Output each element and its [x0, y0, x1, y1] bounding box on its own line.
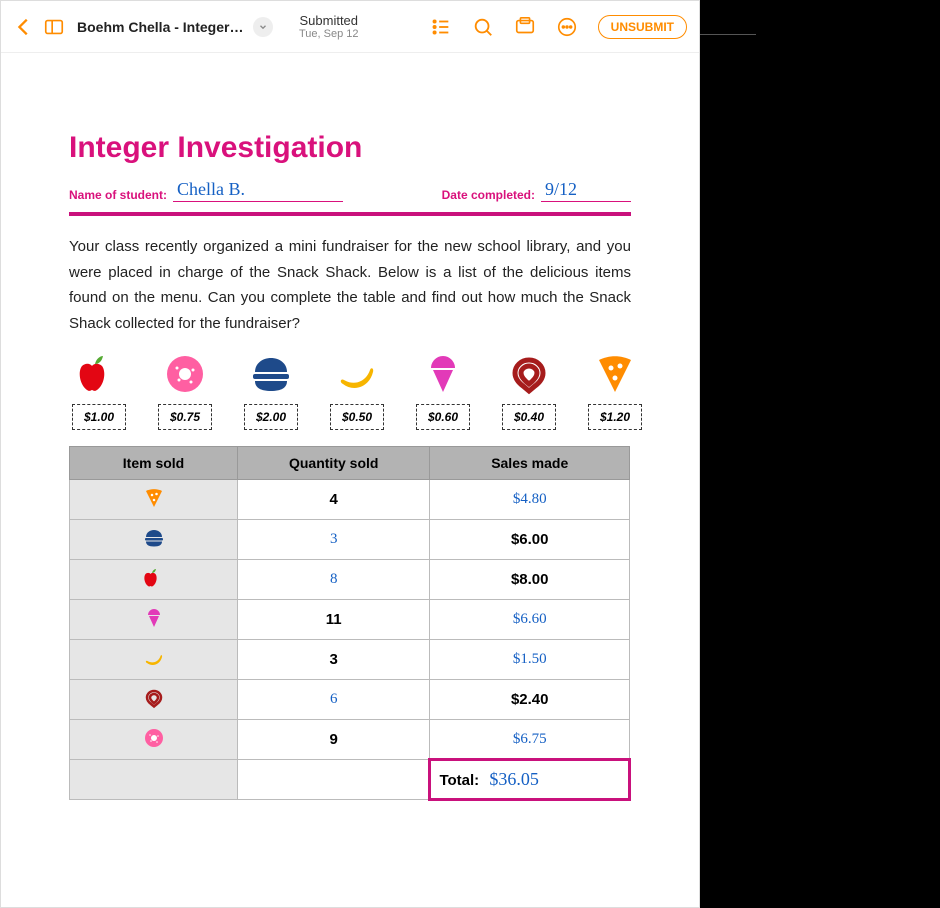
snack-legend: $1.00 $0.75 $2.00 $0.50 $0.60 $0.40 $1.2…: [69, 352, 631, 430]
price-donut: $0.75: [158, 404, 212, 430]
sales-cell: $2.40: [430, 680, 630, 720]
date-field: Date completed: 9/12: [442, 179, 631, 202]
status-title: Submitted: [299, 13, 359, 28]
table-row: 4 $4.80: [70, 480, 630, 520]
snack-pretzel: $0.40: [499, 352, 559, 430]
price-pretzel: $0.40: [502, 404, 556, 430]
sales-cell: $8.00: [430, 560, 630, 600]
total-empty1: [70, 760, 238, 800]
table-row: 6 $2.40: [70, 680, 630, 720]
name-field: Name of student: Chella B.: [69, 179, 343, 202]
table-row: 3 $1.50: [70, 640, 630, 680]
table-row: 11 $6.60: [70, 600, 630, 640]
item-cell: [70, 560, 238, 600]
sales-cell: $6.75: [430, 720, 630, 760]
snack-apple: $1.00: [69, 352, 129, 430]
item-cell: [70, 520, 238, 560]
snack-banana: $0.50: [327, 352, 387, 430]
pizza-icon: [585, 352, 645, 396]
date-label: Date completed:: [442, 188, 535, 202]
price-burger: $2.00: [244, 404, 298, 430]
document-title: Boehm Chella - Integers I...: [77, 19, 247, 35]
banana-icon: [327, 352, 387, 396]
table-row: 8 $8.00: [70, 560, 630, 600]
snack-burger: $2.00: [241, 352, 301, 430]
status-block: Submitted Tue, Sep 12: [299, 13, 359, 40]
page-title: Integer Investigation: [69, 131, 631, 165]
sales-table: Item soldQuantity soldSales made 4 $4.80…: [69, 446, 631, 801]
status-date: Tue, Sep 12: [299, 28, 359, 40]
icecream-icon: [413, 352, 473, 396]
price-apple: $1.00: [72, 404, 126, 430]
price-pizza: $1.20: [588, 404, 642, 430]
qty-cell: 3: [238, 520, 430, 560]
more-icon[interactable]: [556, 16, 578, 38]
total-empty2: [238, 760, 430, 800]
snack-donut: $0.75: [155, 352, 215, 430]
document-body: Integer Investigation Name of student: C…: [1, 53, 699, 801]
snack-pizza: $1.20: [585, 352, 645, 430]
col-header: Quantity sold: [238, 447, 430, 480]
callout-line: [700, 34, 756, 35]
date-value: 9/12: [541, 179, 631, 202]
title-block: Boehm Chella - Integers I...: [77, 17, 273, 37]
snack-icecream: $0.60: [413, 352, 473, 430]
list-icon[interactable]: [430, 16, 452, 38]
sales-cell: $4.80: [430, 480, 630, 520]
item-cell: [70, 480, 238, 520]
present-icon[interactable]: [514, 16, 536, 38]
unsubmit-button[interactable]: UNSUBMIT: [598, 15, 687, 39]
toolbar: Boehm Chella - Integers I... Submitted T…: [1, 1, 699, 53]
table-row: 9 $6.75: [70, 720, 630, 760]
sales-cell: $1.50: [430, 640, 630, 680]
col-header: Item sold: [70, 447, 238, 480]
item-cell: [70, 600, 238, 640]
burger-icon: [241, 352, 301, 396]
total-cell: Total: $36.05: [430, 760, 630, 800]
sales-cell: $6.00: [430, 520, 630, 560]
total-row: Total: $36.05: [70, 760, 630, 800]
app-window: Boehm Chella - Integers I... Submitted T…: [0, 0, 700, 908]
apple-icon: [69, 352, 129, 396]
donut-icon: [155, 352, 215, 396]
qty-cell: 4: [238, 480, 430, 520]
item-cell: [70, 720, 238, 760]
name-value: Chella B.: [173, 179, 343, 202]
sales-cell: $6.60: [430, 600, 630, 640]
search-icon[interactable]: [472, 16, 494, 38]
item-cell: [70, 680, 238, 720]
name-label: Name of student:: [69, 188, 167, 202]
qty-cell: 3: [238, 640, 430, 680]
dropdown-chip[interactable]: [253, 17, 273, 37]
back-icon[interactable]: [13, 16, 35, 38]
intro-paragraph: Your class recently organized a mini fun…: [69, 234, 631, 336]
pretzel-icon: [499, 352, 559, 396]
qty-cell: 9: [238, 720, 430, 760]
price-banana: $0.50: [330, 404, 384, 430]
qty-cell: 8: [238, 560, 430, 600]
sidebar-icon[interactable]: [43, 16, 65, 38]
qty-cell: 6: [238, 680, 430, 720]
qty-cell: 11: [238, 600, 430, 640]
divider: [69, 212, 631, 216]
item-cell: [70, 640, 238, 680]
col-header: Sales made: [430, 447, 630, 480]
table-row: 3 $6.00: [70, 520, 630, 560]
price-icecream: $0.60: [416, 404, 470, 430]
